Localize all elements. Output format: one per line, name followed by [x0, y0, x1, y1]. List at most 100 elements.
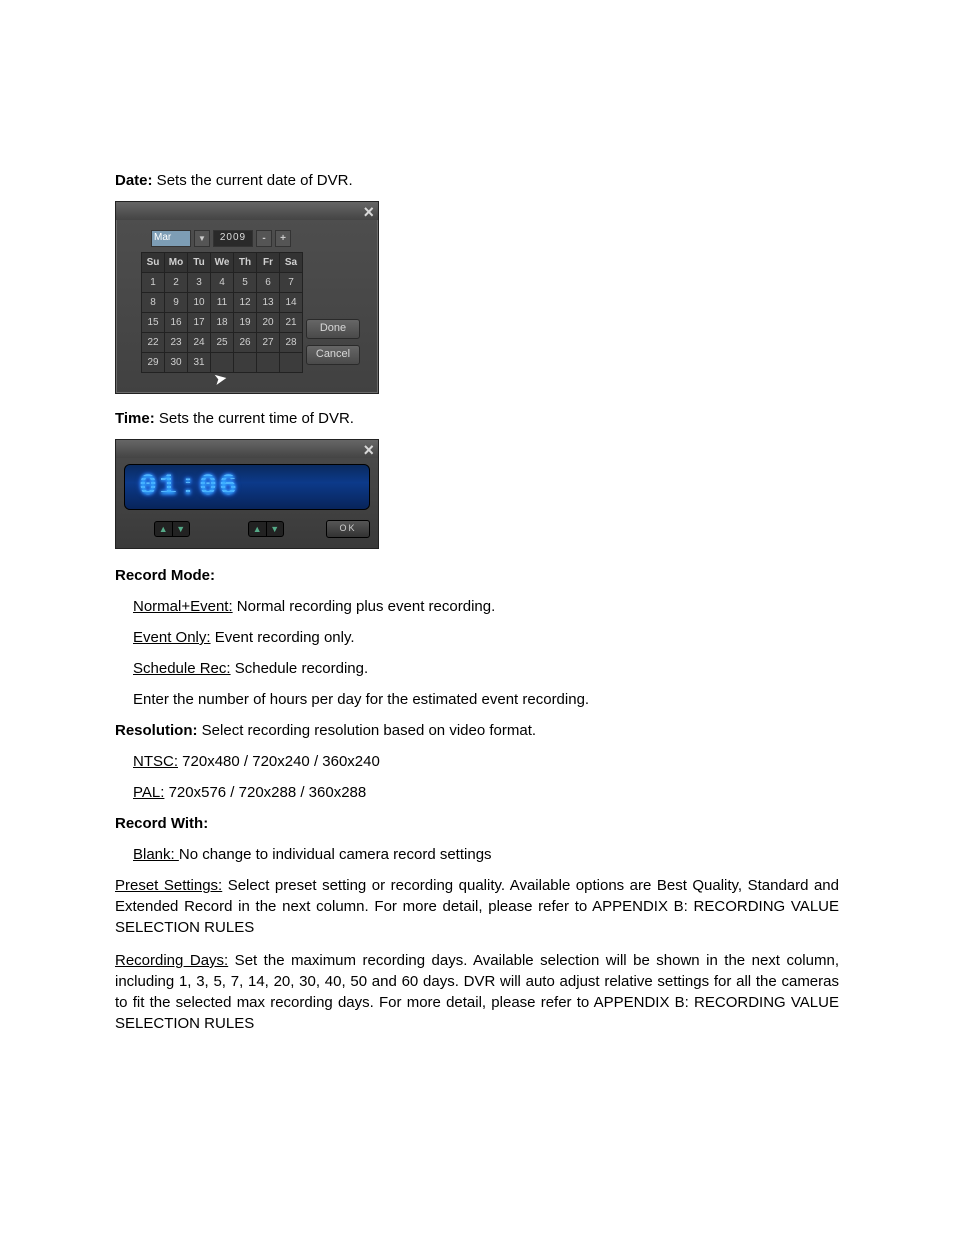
dow-header: Fr	[257, 253, 280, 273]
resolution-label: Resolution:	[115, 722, 198, 739]
calendar-day[interactable]: 12	[234, 293, 257, 313]
date-label: Date:	[115, 172, 153, 189]
ntsc-desc: 720x480 / 720x240 / 360x240	[178, 753, 380, 770]
calendar-day[interactable]: 19	[234, 313, 257, 333]
calendar-day[interactable]: 8	[142, 293, 165, 313]
schedule-rec-desc: Schedule recording.	[231, 660, 369, 677]
calendar-day[interactable]: 31	[188, 353, 211, 373]
calendar-day[interactable]: 3	[188, 273, 211, 293]
preset-line: Preset Settings: Select preset setting o…	[115, 875, 839, 938]
record-mode-heading: Record Mode:	[115, 565, 839, 586]
time-label: Time:	[115, 410, 155, 427]
schedule-rec-label: Schedule Rec:	[133, 660, 231, 677]
dow-header: Sa	[280, 253, 303, 273]
recdays-label: Recording Days:	[115, 952, 228, 969]
year-plus-button[interactable]: +	[275, 230, 291, 247]
calendar-day[interactable]: 24	[188, 333, 211, 353]
normal-event-line: Normal+Event: Normal recording plus even…	[133, 596, 839, 617]
calendar-grid: Su Mo Tu We Th Fr Sa 1 2 3 4 5 6	[141, 252, 303, 373]
time-picker-titlebar: ×	[116, 440, 378, 458]
calendar-day[interactable]: 22	[142, 333, 165, 353]
calendar-day[interactable]: 5	[234, 273, 257, 293]
hour-up-icon[interactable]: ▲	[155, 522, 173, 536]
calendar-day[interactable]: 9	[165, 293, 188, 313]
close-icon[interactable]: ×	[359, 200, 378, 225]
calendar-day[interactable]: 27	[257, 333, 280, 353]
calendar-day[interactable]: 6	[257, 273, 280, 293]
minute-up-icon[interactable]: ▲	[249, 522, 267, 536]
preset-desc: Select preset setting or recording quali…	[115, 877, 839, 936]
calendar-day[interactable]: 4	[211, 273, 234, 293]
calendar-day[interactable]: 1	[142, 273, 165, 293]
event-only-desc: Event recording only.	[211, 629, 355, 646]
calendar-day[interactable]: 25	[211, 333, 234, 353]
hour-stepper[interactable]: ▲ ▼	[154, 521, 190, 537]
calendar-day[interactable]: 18	[211, 313, 234, 333]
calendar-day[interactable]: 26	[234, 333, 257, 353]
blank-line: Blank: No change to individual camera re…	[133, 844, 839, 865]
time-desc: Sets the current time of DVR.	[155, 410, 354, 427]
resolution-desc: Select recording resolution based on vid…	[198, 722, 537, 739]
calendar-day[interactable]: 15	[142, 313, 165, 333]
preset-label: Preset Settings:	[115, 877, 222, 894]
calendar-day	[280, 353, 303, 373]
time-picker-panel: × 01:06 ▲ ▼ ▲ ▼ OK	[115, 439, 379, 549]
calendar-day[interactable]: 13	[257, 293, 280, 313]
year-field[interactable]: 2009	[213, 230, 253, 247]
calendar-day	[234, 353, 257, 373]
minute-down-icon[interactable]: ▼	[267, 522, 284, 536]
calendar-day[interactable]: 17	[188, 313, 211, 333]
calendar-day[interactable]: 7	[280, 273, 303, 293]
calendar-day[interactable]: 30	[165, 353, 188, 373]
calendar-day	[211, 353, 234, 373]
dow-header: Su	[142, 253, 165, 273]
record-with-heading: Record With:	[115, 813, 839, 834]
date-picker-panel: × Mar ▼ 2009 - + Su Mo Tu We Th	[115, 201, 379, 394]
month-select[interactable]: Mar	[151, 230, 191, 247]
ntsc-label: NTSC:	[133, 753, 178, 770]
cancel-button[interactable]: Cancel	[306, 345, 360, 365]
dow-header: We	[211, 253, 234, 273]
pal-desc: 720x576 / 720x288 / 360x288	[164, 784, 366, 801]
minute-stepper[interactable]: ▲ ▼	[248, 521, 284, 537]
close-icon[interactable]: ×	[359, 438, 378, 463]
schedule-rec-line: Schedule Rec: Schedule recording.	[133, 658, 839, 679]
event-only-label: Event Only:	[133, 629, 211, 646]
calendar-day[interactable]: 23	[165, 333, 188, 353]
normal-event-label: Normal+Event:	[133, 598, 233, 615]
date-line: Date: Sets the current date of DVR.	[115, 170, 839, 191]
event-only-line: Event Only: Event recording only.	[133, 627, 839, 648]
time-value: 01:06	[139, 466, 239, 508]
month-dropdown-icon[interactable]: ▼	[194, 230, 210, 247]
hours-line: Enter the number of hours per day for th…	[133, 689, 839, 710]
done-button[interactable]: Done	[306, 319, 360, 339]
date-desc: Sets the current date of DVR.	[153, 172, 353, 189]
dow-header: Mo	[165, 253, 188, 273]
date-picker-titlebar: ×	[116, 202, 378, 220]
calendar-day[interactable]: 29	[142, 353, 165, 373]
year-minus-button[interactable]: -	[256, 230, 272, 247]
calendar-day[interactable]: 28	[280, 333, 303, 353]
calendar-day[interactable]: 11	[211, 293, 234, 313]
normal-event-desc: Normal recording plus event recording.	[233, 598, 496, 615]
blank-label: Blank:	[133, 846, 179, 863]
time-line: Time: Sets the current time of DVR.	[115, 408, 839, 429]
ntsc-line: NTSC: 720x480 / 720x240 / 360x240	[133, 751, 839, 772]
dow-header: Th	[234, 253, 257, 273]
time-display: 01:06	[124, 464, 370, 510]
hour-down-icon[interactable]: ▼	[173, 522, 190, 536]
dow-header: Tu	[188, 253, 211, 273]
calendar-day[interactable]: 21	[280, 313, 303, 333]
pal-label: PAL:	[133, 784, 164, 801]
calendar-day	[257, 353, 280, 373]
calendar-day[interactable]: 2	[165, 273, 188, 293]
pal-line: PAL: 720x576 / 720x288 / 360x288	[133, 782, 839, 803]
resolution-line: Resolution: Select recording resolution …	[115, 720, 839, 741]
recdays-line: Recording Days: Set the maximum recordin…	[115, 950, 839, 1034]
blank-desc: No change to individual camera record se…	[179, 846, 492, 863]
calendar-day[interactable]: 20	[257, 313, 280, 333]
calendar-day[interactable]: 14	[280, 293, 303, 313]
calendar-day[interactable]: 16	[165, 313, 188, 333]
ok-button[interactable]: OK	[326, 520, 370, 538]
calendar-day[interactable]: 10	[188, 293, 211, 313]
